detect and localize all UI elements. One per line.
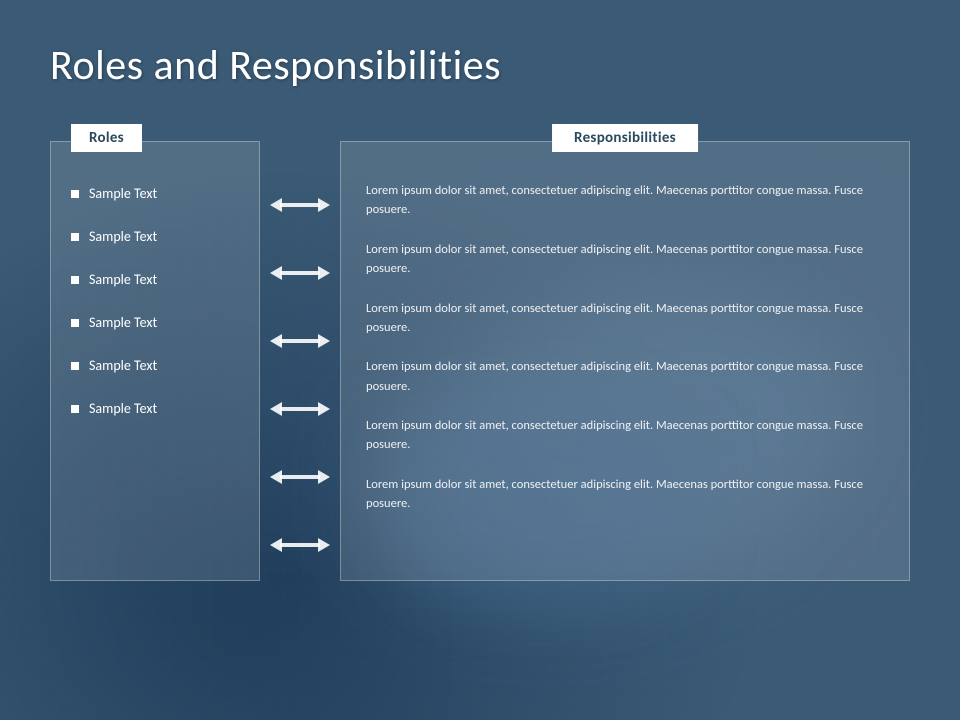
- role-label: Sample Text: [89, 271, 157, 288]
- arrow-row: [270, 375, 330, 443]
- role-item: Sample Text: [71, 215, 244, 258]
- roles-list: Sample Text Sample Text Sample Text Sample …: [51, 142, 259, 450]
- responsibility-item: Lorem ipsum dolor sit amet, consectetuer…: [366, 231, 884, 288]
- double-arrow-icon: [270, 332, 330, 350]
- role-item: Sample Text: [71, 172, 244, 215]
- layout-container: Roles Sample TextSample TextSample TextS…: [50, 141, 910, 690]
- responsibilities-panel: Responsibilities Lorem ipsum dolor sit a…: [340, 141, 910, 581]
- responsibilities-list: Lorem ipsum dolor sit amet, consectetuer…: [341, 142, 909, 543]
- arrow-row: [270, 307, 330, 375]
- role-item: Sample Text: [71, 344, 244, 387]
- double-arrow-icon: [270, 468, 330, 486]
- role-label: Sample Text: [89, 357, 157, 374]
- role-bullet: [71, 405, 79, 413]
- role-item: Sample Text: [71, 258, 244, 301]
- main-content: Roles and Responsibilities Roles Sample …: [0, 0, 960, 720]
- arrow-row: [270, 171, 330, 239]
- arrow-row: [270, 239, 330, 307]
- role-bullet: [71, 276, 79, 284]
- arrows-column: [260, 141, 340, 579]
- double-arrow-icon: [270, 196, 330, 214]
- roles-panel: Roles Sample TextSample TextSample TextS…: [50, 141, 260, 581]
- role-bullet: [71, 319, 79, 327]
- role-label: Sample Text: [89, 185, 157, 202]
- double-arrow-icon: [270, 400, 330, 418]
- arrow-row: [270, 443, 330, 511]
- arrow-row: [270, 511, 330, 579]
- responsibility-item: Lorem ipsum dolor sit amet, consectetuer…: [366, 172, 884, 229]
- role-label: Sample Text: [89, 228, 157, 245]
- role-item: Sample Text: [71, 387, 244, 430]
- role-bullet: [71, 362, 79, 370]
- double-arrow-icon: [270, 264, 330, 282]
- page-title: Roles and Responsibilities: [50, 40, 910, 91]
- responsibility-item: Lorem ipsum dolor sit amet, consectetuer…: [366, 407, 884, 464]
- role-bullet: [71, 190, 79, 198]
- responsibilities-header: Responsibilities: [552, 124, 698, 152]
- role-label: Sample Text: [89, 400, 157, 417]
- double-arrow-icon: [270, 536, 330, 554]
- responsibility-item: Lorem ipsum dolor sit amet, consectetuer…: [366, 348, 884, 405]
- role-label: Sample Text: [89, 314, 157, 331]
- role-bullet: [71, 233, 79, 241]
- responsibility-item: Lorem ipsum dolor sit amet, consectetuer…: [366, 290, 884, 347]
- roles-header: Roles: [71, 124, 142, 152]
- responsibility-item: Lorem ipsum dolor sit amet, consectetuer…: [366, 466, 884, 523]
- role-item: Sample Text: [71, 301, 244, 344]
